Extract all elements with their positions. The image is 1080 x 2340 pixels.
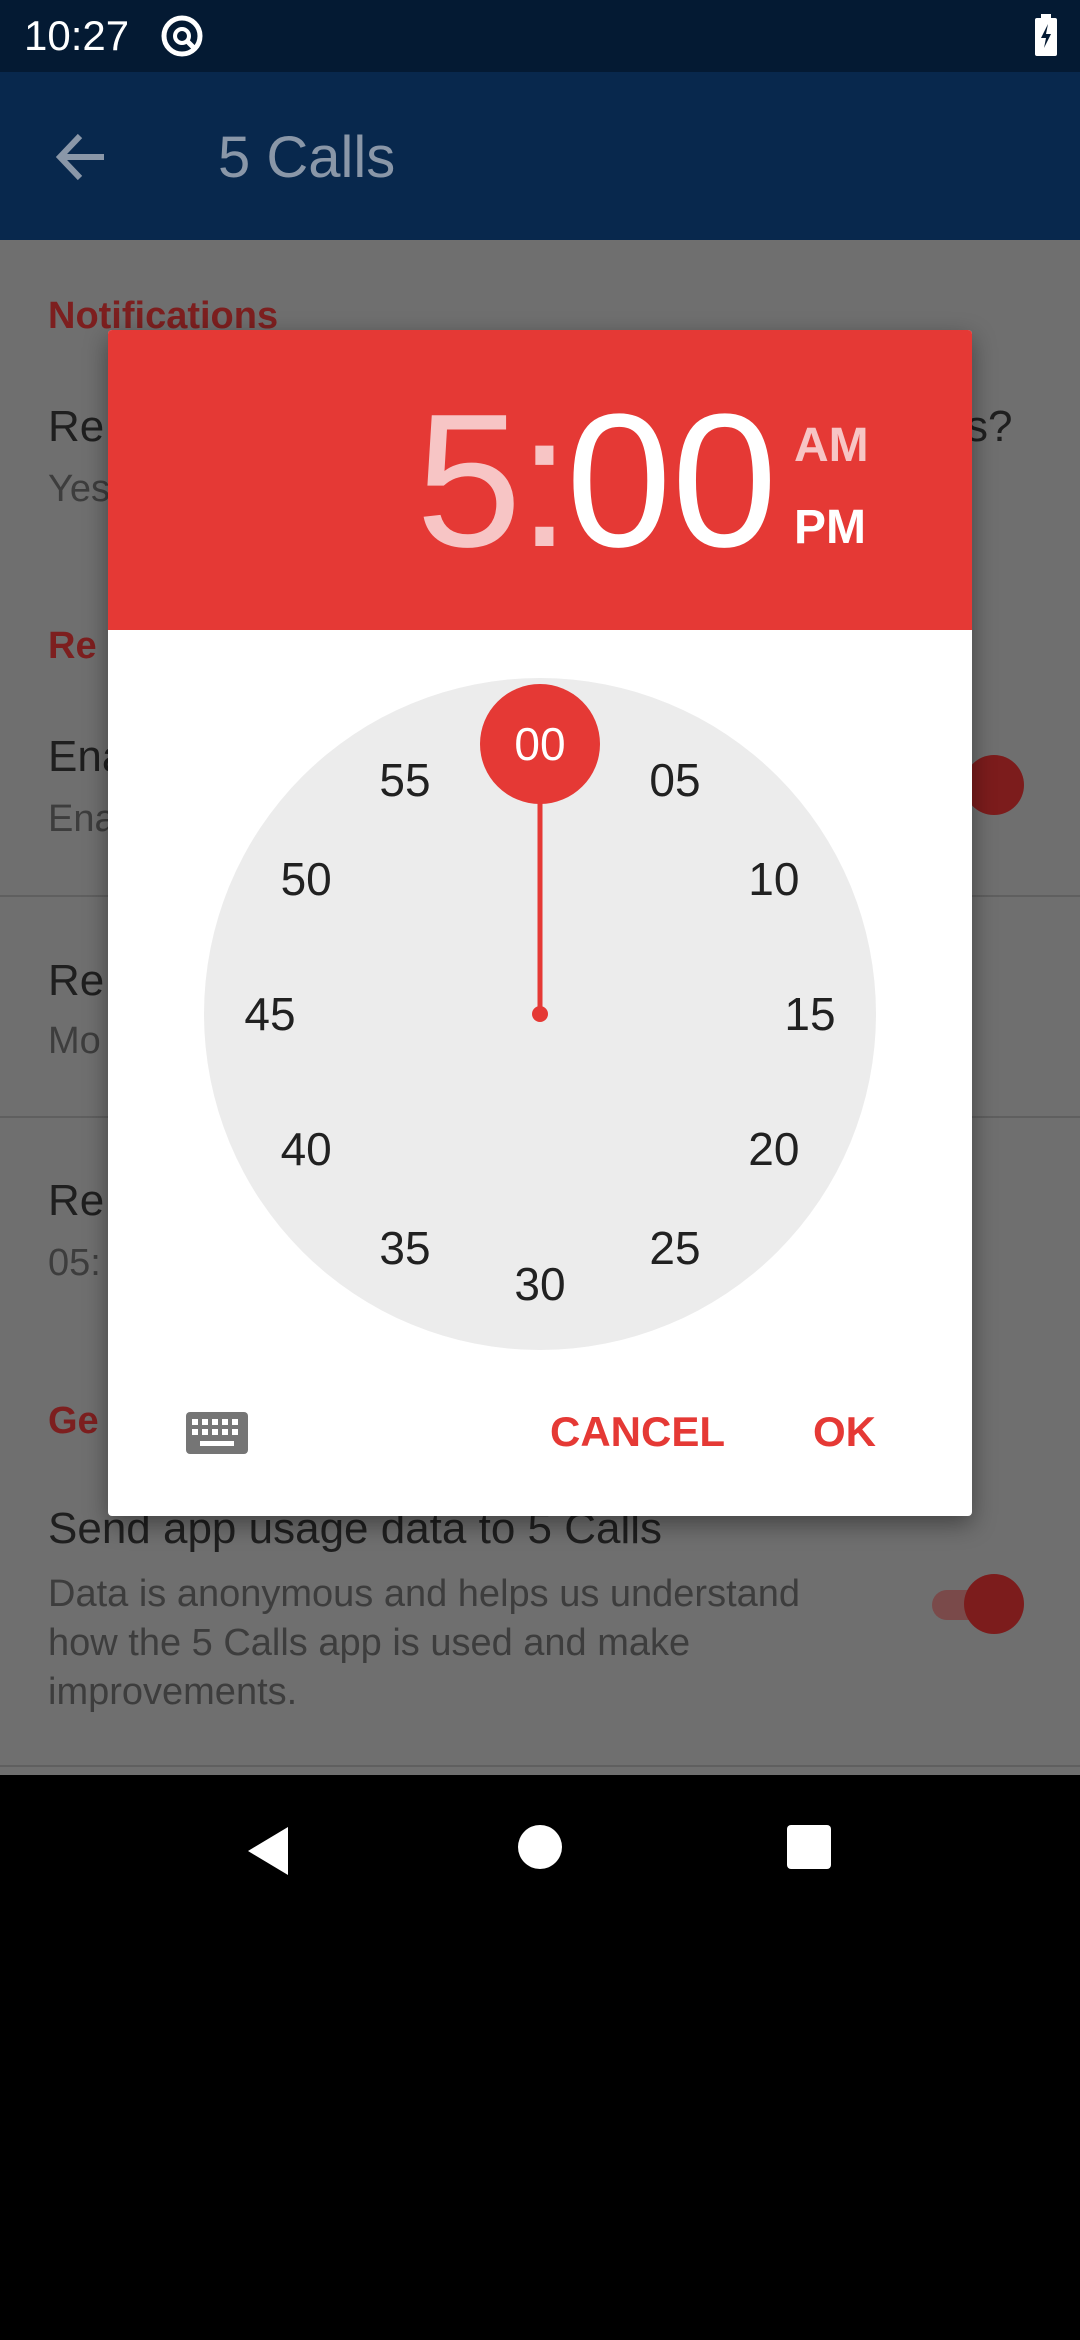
setting-subtitle-usage-data: Data is anonymous and helps us understan… bbox=[48, 1573, 801, 1713]
am-toggle[interactable]: AM bbox=[794, 418, 869, 473]
setting-subtitle: 05: bbox=[48, 1242, 101, 1284]
minute-clock-dial[interactable]: 00 05 10 15 20 25 30 35 40 45 50 55 bbox=[204, 678, 876, 1350]
setting-subtitle: Mo bbox=[48, 1020, 101, 1062]
setting-subtitle: Yes bbox=[48, 468, 110, 510]
clock-minute-05[interactable]: 05 bbox=[649, 754, 700, 806]
toggle-thumb bbox=[964, 755, 1024, 815]
hour-display[interactable]: 5 bbox=[416, 386, 522, 576]
navigation-bar bbox=[0, 1775, 1080, 1920]
setting-subtitle: Ena bbox=[48, 798, 116, 840]
status-bar: 10:27 bbox=[0, 0, 1080, 72]
ok-button[interactable]: OK bbox=[813, 1408, 876, 1456]
pm-toggle[interactable]: PM bbox=[794, 500, 866, 555]
arrow-back-icon[interactable] bbox=[52, 128, 110, 186]
clock-minute-30[interactable]: 30 bbox=[514, 1258, 565, 1310]
app-bar: 5 Calls bbox=[0, 72, 1080, 240]
battery-charging-icon bbox=[1035, 14, 1057, 56]
clock-minute-45[interactable]: 45 bbox=[244, 988, 295, 1040]
time-picker-header: 5 : 00 AM PM bbox=[108, 330, 972, 630]
at-sign-icon bbox=[161, 15, 203, 57]
usage-data-toggle[interactable] bbox=[924, 1574, 1024, 1634]
setting-title-tail: s? bbox=[966, 402, 1013, 451]
divider bbox=[0, 1765, 1080, 1767]
setting-title[interactable]: Re bbox=[48, 956, 104, 1006]
clock-minute-20[interactable]: 20 bbox=[748, 1123, 799, 1175]
cancel-button[interactable]: CANCEL bbox=[550, 1408, 725, 1456]
time-picker-dialog: 5 : 00 AM PM 00 05 10 15 20 25 30 35 40 45 50 55 CA… bbox=[108, 330, 972, 1516]
section-header-reminders: Re bbox=[48, 625, 97, 667]
setting-title[interactable]: Re bbox=[48, 1176, 104, 1226]
square-recents-icon[interactable] bbox=[787, 1825, 831, 1869]
clock-minute-25[interactable]: 25 bbox=[649, 1222, 700, 1274]
clock-minute-15[interactable]: 15 bbox=[784, 988, 835, 1040]
toggle-thumb bbox=[964, 1574, 1024, 1634]
minute-display[interactable]: 00 bbox=[566, 386, 777, 576]
clock-minute-10[interactable]: 10 bbox=[748, 853, 799, 905]
clock-face: 00 05 10 15 20 25 30 35 40 45 50 55 bbox=[204, 678, 876, 1350]
time-separator: : bbox=[518, 375, 571, 587]
circle-home-icon[interactable] bbox=[518, 1825, 562, 1869]
section-header-general: Ge bbox=[48, 1400, 99, 1442]
app-title: 5 Calls bbox=[218, 125, 396, 190]
status-time: 10:27 bbox=[24, 12, 130, 59]
clock-minute-40[interactable]: 40 bbox=[281, 1123, 332, 1175]
clock-minute-50[interactable]: 50 bbox=[281, 853, 332, 905]
clock-minute-35[interactable]: 35 bbox=[379, 1222, 430, 1274]
setting-title[interactable]: Re bbox=[48, 402, 104, 452]
clock-minute-00[interactable]: 00 bbox=[514, 718, 565, 770]
keyboard-icon[interactable] bbox=[186, 1412, 248, 1454]
clock-minute-55[interactable]: 55 bbox=[379, 754, 430, 806]
triangle-back-icon[interactable] bbox=[244, 1825, 292, 1877]
clock-center-dot bbox=[532, 1006, 548, 1022]
